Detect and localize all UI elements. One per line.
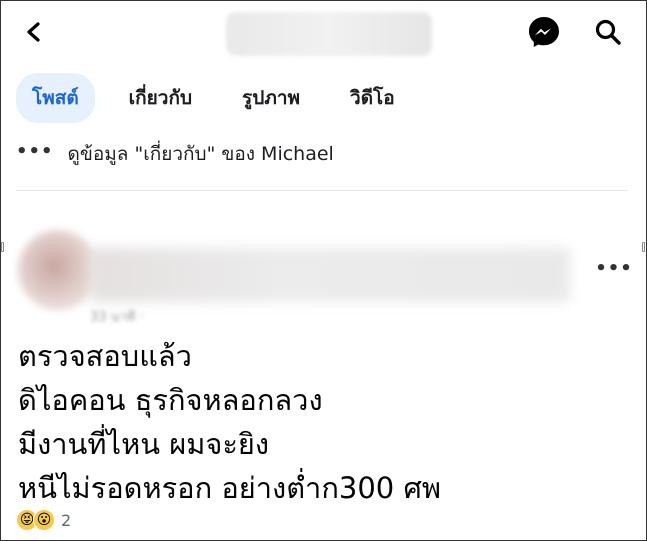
about-link-row[interactable]: ••• ดูข้อมูล "เกี่ยวกับ" ของ Michael [16,136,334,172]
more-dots-icon: ••• [16,140,54,162]
back-chevron-icon [27,22,40,42]
post-text-line: ตรวจสอบแล้ว [18,339,192,373]
post-body: ตรวจสอบแล้ว ดิไอคอน ธุรกิจหลอกลวง มีงานท… [18,334,618,510]
search-icon [595,19,621,45]
messenger-button[interactable] [524,12,564,52]
back-button[interactable] [18,16,50,48]
top-bar [0,0,647,64]
reactions-summary[interactable]: 😝 😮 2 [16,508,71,532]
post-text-line: ดิไอคอน ธุรกิจหลอกลวง [18,383,323,417]
tab-posts[interactable]: โพสต์ [16,73,95,123]
avatar[interactable] [18,230,98,310]
messenger-icon [529,17,559,47]
section-divider [16,190,628,191]
tab-about[interactable]: เกี่ยวกับ [113,73,208,123]
author-name-redacted[interactable] [90,248,570,302]
search-button[interactable] [590,14,626,50]
about-link-text: ดูข้อมูล "เกี่ยวกับ" ของ Michael [67,143,334,165]
tab-videos[interactable]: วิดีโอ [334,73,411,123]
post-options-button[interactable]: ••• [595,256,632,280]
post-text-line: มีงานที่ไหน ผมจะยิง [18,427,270,461]
edge-marker-right [642,242,645,252]
tab-photos[interactable]: รูปภาพ [226,73,316,123]
edge-marker-left [1,242,4,252]
post-header: 33 นาที · [10,208,570,325]
profile-name-redacted [226,12,432,56]
reaction-count: 2 [61,510,72,530]
profile-tabs: โพสต์ เกี่ยวกับ รูปภาพ วิดีโอ [16,73,429,123]
wow-face-emoji-icon: 😮 [33,509,55,531]
post-text-line: หนีไม่รอดหรอก อย่างต่ำก300 ศพ [18,471,441,505]
post-timestamp: 33 นาที · [90,310,144,325]
